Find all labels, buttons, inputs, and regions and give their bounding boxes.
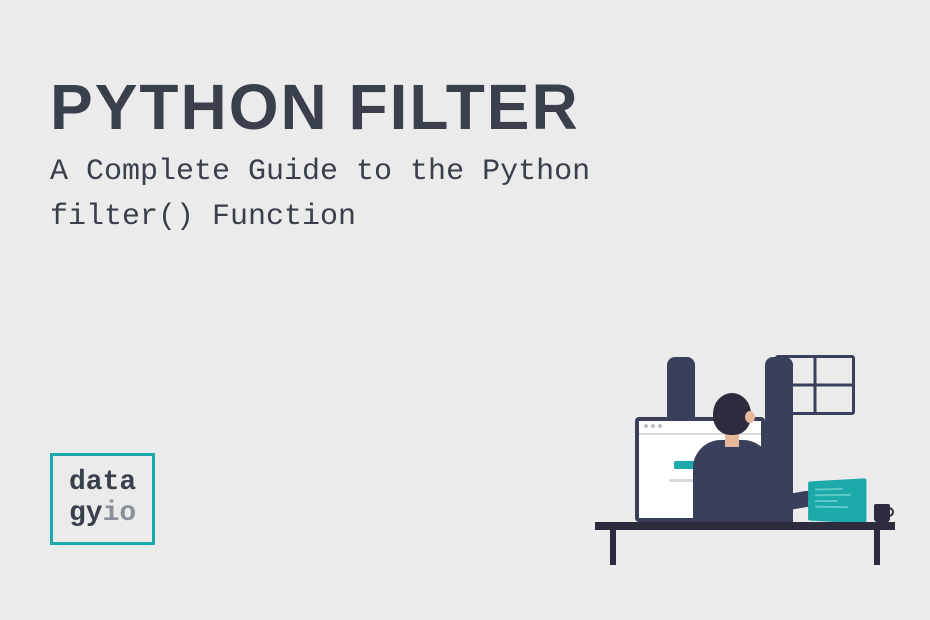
desk-leg-right [874, 530, 880, 565]
person-body [693, 440, 771, 522]
person-ear [745, 411, 755, 423]
developer-illustration [595, 325, 895, 565]
page-subtitle: A Complete Guide to the Python filter() … [50, 150, 750, 240]
brand-logo: data gyio [50, 453, 155, 545]
desk [595, 522, 895, 530]
logo-io: io [103, 498, 137, 529]
page-title: PYTHON FILTER [50, 70, 580, 144]
logo-line-1: data [69, 468, 136, 499]
logo-gy: gy [69, 498, 103, 529]
laptop-icon [808, 478, 866, 524]
mug-handle [886, 507, 894, 517]
logo-line-2: gyio [69, 499, 136, 530]
desk-leg-left [610, 530, 616, 565]
